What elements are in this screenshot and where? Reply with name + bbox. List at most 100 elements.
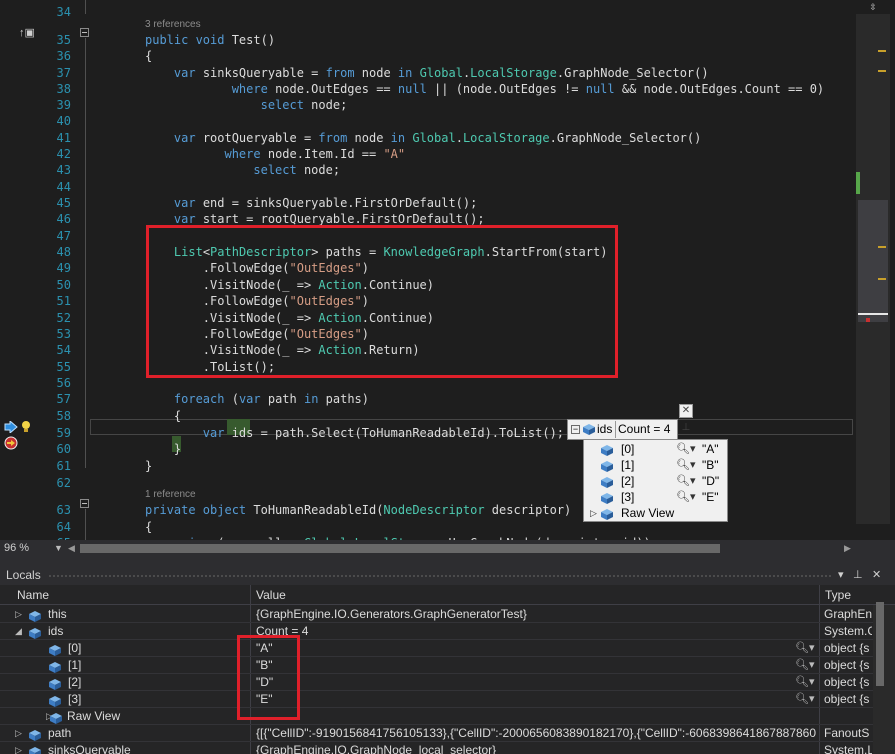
locals-value[interactable]: {GraphEngine.IO.GraphNode_local_selector… <box>256 742 816 754</box>
locals-scroll-thumb[interactable] <box>876 602 884 686</box>
codelens-references[interactable]: 1 reference <box>145 488 196 502</box>
locals-value[interactable]: "D" <box>256 674 816 691</box>
locals-value[interactable]: "E" <box>256 691 816 708</box>
breakpoint-current-icon[interactable] <box>4 436 18 453</box>
split-window-icon[interactable]: ⇳ <box>865 0 881 12</box>
visualizer-icon[interactable]: 🔍︎▾ <box>676 441 696 457</box>
code-line[interactable]: where node.OutEdges == null || (node.Out… <box>145 81 824 97</box>
locals-name: [0] <box>68 641 82 655</box>
close-icon[interactable]: ✕ <box>872 568 881 582</box>
locals-window[interactable]: Locals ▾ ⊥ ✕ Name Value Type ▷ this {Graph… <box>0 565 895 754</box>
visualizer-icon[interactable]: 🔍︎▾ <box>676 473 696 489</box>
column-name-header[interactable]: Name <box>17 588 49 602</box>
datatip-item[interactable]: [1] 🔍︎▾ "B" <box>584 457 727 473</box>
expand-icon[interactable]: ◢ <box>15 623 22 640</box>
datatip[interactable]: − ids Count = 4 <box>567 419 678 440</box>
expand-icon[interactable]: ▷ <box>15 742 22 754</box>
code-line[interactable]: { <box>145 48 152 64</box>
fold-toggle[interactable] <box>80 499 89 508</box>
datatip-children[interactable]: [0] 🔍︎▾ "A" [1] 🔍︎▾ "B" [2] 🔍︎▾ "D" [3] 🔍︎▾ "E" ▷ Raw… <box>583 439 728 522</box>
code-line[interactable]: { <box>145 408 181 424</box>
line-number: 42 <box>56 147 71 161</box>
code-editor[interactable]: 34 35 3 references public void Test() 36{37 … <box>0 0 895 540</box>
locals-value[interactable]: "A" <box>256 640 816 657</box>
code-line[interactable]: } <box>145 458 152 474</box>
code-line[interactable]: var ids = path.Select(ToHumanReadableId)… <box>145 425 564 441</box>
code-line[interactable]: } <box>145 441 181 457</box>
scroll-left-arrow[interactable]: ◀ <box>68 542 75 555</box>
code-token: rootQueryable = <box>202 131 319 145</box>
column-type-header[interactable]: Type <box>825 588 851 602</box>
column-value-header[interactable]: Value <box>256 588 286 602</box>
locals-row[interactable]: [0] "A" 🔍︎▾ object {s <box>0 640 873 657</box>
expand-icon[interactable]: ▷ <box>15 606 22 623</box>
locals-row[interactable]: ▷ this {GraphEngine.IO.Generators.GraphGen… <box>0 606 873 623</box>
datatip-raw-view[interactable]: ▷ Raw View <box>584 505 727 521</box>
datatip-item-value[interactable]: "D" <box>702 473 719 489</box>
locals-row[interactable]: ◢ ids Count = 4 System.C <box>0 623 873 640</box>
locals-row[interactable]: [1] "B" 🔍︎▾ object {s <box>0 657 873 674</box>
visualizer-icon[interactable]: 🔍︎▾ <box>795 674 815 691</box>
datatip-item[interactable]: [3] 🔍︎▾ "E" <box>584 489 727 505</box>
code-token: } <box>145 459 153 473</box>
datatip-item-value[interactable]: "B" <box>702 457 719 473</box>
visualizer-icon[interactable]: 🔍︎▾ <box>676 489 696 505</box>
close-icon[interactable]: ✕ <box>679 404 693 418</box>
chevron-down-icon[interactable]: ▼ <box>54 541 63 556</box>
code-line[interactable]: public void Test() <box>145 32 275 48</box>
code-token: in <box>397 66 420 80</box>
line-number: 44 <box>56 180 71 194</box>
visualizer-icon[interactable]: 🔍︎▾ <box>795 657 815 674</box>
visualizer-icon[interactable]: 🔍︎▾ <box>795 640 815 657</box>
scroll-right-arrow[interactable]: ▶ <box>844 542 851 555</box>
grip-dots <box>48 574 832 578</box>
code-line[interactable]: { <box>145 519 152 535</box>
step-back-icon[interactable]: ↑▣ <box>19 27 35 39</box>
datatip-item-value[interactable]: "E" <box>702 489 719 505</box>
code-line[interactable]: var end = sinksQueryable.FirstOrDefault(… <box>145 195 477 211</box>
locals-row[interactable]: ▷ path {[{"CellID":-9190156841756105133},{… <box>0 725 873 742</box>
datatip-item-value[interactable]: "A" <box>702 441 719 457</box>
visualizer-icon[interactable]: 🔍︎▾ <box>795 691 815 708</box>
pin-icon[interactable]: ⊥ <box>853 568 863 582</box>
datatip-item[interactable]: [0] 🔍︎▾ "A" <box>584 441 727 457</box>
locals-value[interactable]: "B" <box>256 657 816 674</box>
code-line[interactable]: private object ToHumanReadableId(NodeDes… <box>145 502 571 518</box>
locals-value[interactable]: {GraphEngine.IO.Generators.GraphGenerato… <box>256 606 816 623</box>
locals-title-bar[interactable]: Locals ▾ ⊥ ✕ <box>0 565 895 585</box>
pin-icon[interactable]: ⊥ <box>679 421 693 435</box>
locals-row[interactable]: ▷ Raw View <box>0 708 873 725</box>
line-number: 35 <box>56 33 71 47</box>
expand-icon[interactable]: ▷ <box>15 725 22 742</box>
locals-row[interactable]: ▷ sinksQueryable {GraphEngine.IO.GraphNode… <box>0 742 873 754</box>
editor-scroll-thumb[interactable] <box>858 200 888 322</box>
window-position-icon[interactable]: ▾ <box>838 568 844 582</box>
fold-toggle[interactable] <box>80 28 89 37</box>
instruction-pointer-icon[interactable] <box>4 419 18 436</box>
locals-value[interactable]: Count = 4 <box>256 623 816 640</box>
code-line[interactable]: var rootQueryable = from node in Global.… <box>145 130 701 146</box>
locals-row[interactable]: [2] "D" 🔍︎▾ object {s <box>0 674 873 691</box>
expand-icon[interactable]: ▷ <box>590 505 597 521</box>
locals-value[interactable]: {[{"CellID":-9190156841756105133},{"Cell… <box>256 725 816 742</box>
codelens-references[interactable]: 3 references <box>145 18 201 32</box>
visualizer-icon[interactable]: 🔍︎▾ <box>676 457 696 473</box>
locals-row[interactable]: [3] "E" 🔍︎▾ object {s <box>0 691 873 708</box>
code-line[interactable]: select node; <box>145 97 348 113</box>
datatip-collapse-toggle[interactable]: − <box>571 425 580 434</box>
horizontal-scroll-thumb[interactable] <box>80 544 720 553</box>
lightbulb-icon[interactable] <box>21 420 31 436</box>
code-token: LocalStorage <box>470 66 557 80</box>
code-token: var <box>202 426 232 440</box>
code-line[interactable]: foreach (var path in paths) <box>145 391 369 407</box>
code-line[interactable]: where node.Item.Id == "A" <box>145 146 405 162</box>
datatip-value[interactable]: Count = 4 <box>615 421 672 438</box>
line-number: 41 <box>56 131 71 145</box>
code-line[interactable]: var sinksQueryable = from node in Global… <box>145 65 709 81</box>
datatip-item[interactable]: [2] 🔍︎▾ "D" <box>584 473 727 489</box>
code-token: || (node.OutEdges != <box>434 82 586 96</box>
line-number: 51 <box>56 294 71 308</box>
code-line[interactable]: select node; <box>145 162 340 178</box>
glyph-margin[interactable] <box>0 0 44 540</box>
panel-splitter[interactable] <box>0 557 895 565</box>
